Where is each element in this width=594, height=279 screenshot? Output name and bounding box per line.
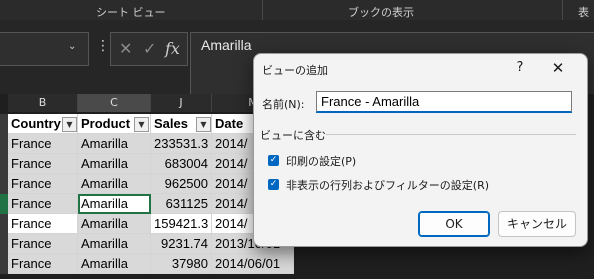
cell-sales[interactable]: 9231.74	[151, 234, 212, 254]
header-label: Product	[81, 116, 131, 131]
view-name-input[interactable]: France - Amarilla	[316, 91, 572, 113]
cell-sales[interactable]: 631125	[151, 194, 212, 214]
cancel-button[interactable]: キャンセル	[498, 211, 576, 237]
ok-button[interactable]: OK	[418, 211, 490, 237]
close-icon[interactable]: ✕	[548, 58, 568, 78]
help-icon[interactable]: ?	[510, 58, 530, 78]
filter-dropdown-icon[interactable]: ▼	[196, 117, 211, 132]
active-cell[interactable]: Amarilla	[78, 194, 151, 214]
row-header[interactable]	[0, 234, 8, 255]
cell-sales[interactable]: 233531.3	[151, 134, 212, 154]
print-settings-label[interactable]: 印刷の設定(P)	[286, 153, 356, 169]
cell-product[interactable]: Amarilla	[78, 214, 151, 234]
cell-product[interactable]: Amarilla	[78, 134, 151, 154]
row-header[interactable]	[0, 214, 8, 235]
insert-function-icon[interactable]: fx	[165, 39, 180, 58]
enter-icon[interactable]: ✓	[143, 39, 156, 58]
formula-tools: ✕ ✓ fx	[110, 32, 188, 66]
dialog-title: ビューの追加	[262, 64, 328, 77]
cell-sales[interactable]: 962500	[151, 174, 212, 194]
row-header[interactable]	[0, 154, 8, 175]
group-divider	[326, 134, 576, 135]
header-label: Country	[11, 116, 61, 131]
ribbon-divider	[562, 0, 563, 20]
add-view-dialog: ビューの追加 ? ✕ 名前(N): France - Amarilla ビューに…	[253, 53, 588, 247]
column-header-j[interactable]: J	[151, 94, 212, 112]
cell-product[interactable]: Amarilla	[78, 154, 151, 174]
row-header[interactable]	[0, 174, 8, 195]
cell-country[interactable]: France	[8, 154, 78, 174]
column-header-b[interactable]: B	[8, 94, 78, 112]
row-header[interactable]	[0, 114, 8, 135]
ribbon-group-sheet-view: シート ビュー	[96, 6, 166, 19]
cell-date[interactable]: 2014/06/01	[212, 254, 294, 274]
ribbon-divider	[262, 0, 263, 20]
ribbon-group-show: 表	[578, 6, 589, 19]
filter-active-icon[interactable]: ▼	[134, 117, 149, 132]
cell-country[interactable]: France	[8, 214, 78, 234]
filter-active-icon[interactable]: ▼	[62, 117, 77, 132]
cell-sales[interactable]: 683004	[151, 154, 212, 174]
cancel-icon[interactable]: ✕	[119, 39, 132, 58]
chevron-down-icon[interactable]: ⌄	[68, 41, 76, 52]
hidden-rows-filter-label[interactable]: 非表示の行列およびフィルターの設定(R)	[286, 177, 489, 193]
cell-sales[interactable]: 159421.3	[151, 214, 212, 234]
cell-country[interactable]: France	[8, 234, 78, 254]
cell-product[interactable]: Amarilla	[78, 174, 151, 194]
header-label: Sales	[154, 116, 188, 131]
ribbon-group-workbook-views: ブックの表示	[348, 6, 414, 19]
column-header-c[interactable]: C	[78, 94, 151, 112]
name-label: 名前(N):	[262, 98, 305, 111]
ribbon-group-labels: シート ビュー ブックの表示 表	[0, 0, 594, 21]
header-label: Date	[215, 116, 244, 131]
more-options-icon[interactable]: ⋮	[96, 38, 110, 54]
view-name-value: France - Amarilla	[321, 94, 420, 109]
hidden-rows-filter-checkbox[interactable]: ✓	[268, 179, 279, 190]
cell-country[interactable]: France	[8, 254, 78, 274]
row-header[interactable]	[0, 254, 8, 275]
cell-product[interactable]: Amarilla	[78, 234, 151, 254]
cell-country[interactable]: France	[8, 134, 78, 154]
include-group-title: ビューに含む	[260, 129, 326, 142]
formula-value: Amarilla	[201, 37, 252, 53]
print-settings-checkbox[interactable]: ✓	[268, 155, 279, 166]
cell-country[interactable]: France	[8, 194, 78, 214]
row-header-selected[interactable]	[0, 194, 8, 215]
cell-sales[interactable]: 37980	[151, 254, 212, 274]
cell-product[interactable]: Amarilla	[78, 254, 151, 274]
cell-country[interactable]: France	[8, 174, 78, 194]
row-header[interactable]	[0, 134, 8, 155]
